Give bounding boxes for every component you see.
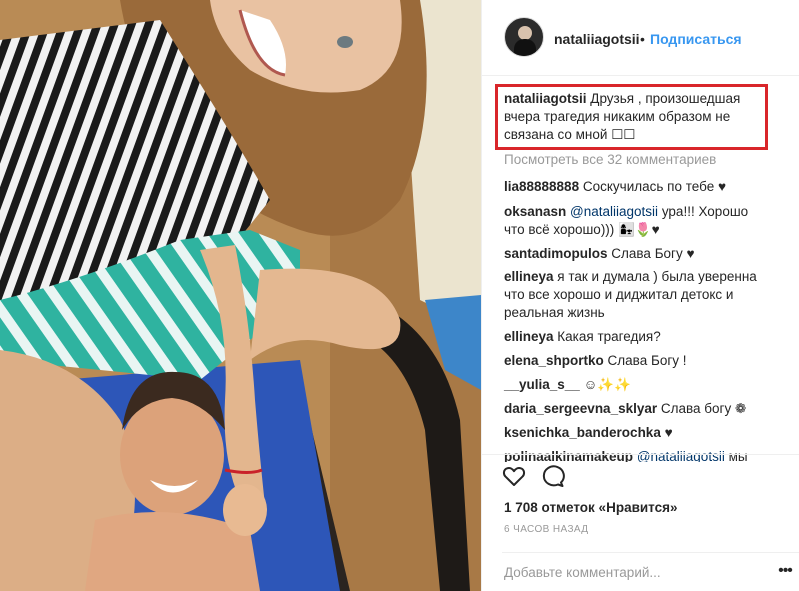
comment-mention[interactable]: @nataliiagotsii (637, 449, 725, 462)
heart-icon[interactable] (502, 464, 526, 488)
comment-text: Соскучилась по тебе ♥ (582, 179, 726, 194)
post-side-panel: nataliiagotsii • Подписаться nataliiagot… (481, 0, 799, 591)
comment-icon[interactable] (541, 464, 565, 488)
comment-item: ellineya Какая трагедия? (504, 328, 766, 346)
comment-item: lia88888888 Соскучилась по тебе ♥ (504, 178, 766, 196)
comment-username[interactable]: polinaalkinamakeup (504, 449, 633, 462)
comment-item: oksanasn @nataliiagotsii ура!!! Хорошо ч… (504, 203, 766, 239)
comment-item: santadimopulos Слава Богу ♥ (504, 245, 766, 263)
comment-text: мы (728, 449, 748, 462)
avatar-head-shape (518, 26, 532, 40)
comment-item: elena_shportko Слава Богу ! (504, 352, 766, 370)
comment-item: daria_sergeevna_sklyar Слава богу ❁ (504, 400, 766, 418)
comment-item: ellineya я так и думала ) была уверенна … (504, 268, 766, 322)
avatar-body-shape (514, 39, 536, 56)
header-separator: • (640, 31, 645, 47)
comment-username[interactable]: ksenichka_banderochka (504, 425, 661, 440)
header-username[interactable]: nataliiagotsii (554, 31, 640, 47)
more-options-button[interactable]: ••• (772, 558, 798, 584)
comment-username[interactable]: __yulia_s__ (504, 377, 580, 392)
comment-username[interactable]: ellineya (504, 329, 554, 344)
add-comment-divider (502, 552, 799, 553)
add-comment-input[interactable] (504, 565, 749, 580)
post-header: nataliiagotsii • Подписаться (482, 0, 799, 76)
comment-text: Слава богу ❁ (660, 401, 747, 416)
comment-text: Слава Богу ! (607, 353, 687, 368)
comment-username[interactable]: santadimopulos (504, 246, 608, 261)
comment-text: ♥ (664, 425, 673, 440)
post-caption: nataliiagotsii Друзья , произошедшая вче… (504, 90, 754, 144)
comment-username[interactable]: lia88888888 (504, 179, 579, 194)
comment-item: polinaalkinamakeup @nataliiagotsii мы (504, 448, 766, 462)
comment-username[interactable]: daria_sergeevna_sklyar (504, 401, 657, 416)
comment-username[interactable]: ellineya (504, 269, 554, 284)
comment-item: __yulia_s__ ☺✨✨ (504, 376, 766, 394)
comment-username[interactable]: oksanasn (504, 204, 566, 219)
post-image (0, 0, 481, 591)
comment-username[interactable]: elena_shportko (504, 353, 604, 368)
post-photo[interactable] (0, 0, 481, 591)
avatar[interactable] (504, 17, 544, 57)
comment-item: ksenichka_banderochka ♥ (504, 424, 766, 442)
view-all-comments-link[interactable]: Посмотреть все 32 комментариев (504, 152, 716, 167)
caption-username[interactable]: nataliiagotsii (504, 91, 587, 106)
actions-divider (482, 454, 799, 455)
likes-count[interactable]: 1 708 отметок «Нравится» (504, 500, 678, 515)
follow-button[interactable]: Подписаться (650, 31, 742, 47)
comment-text: Какая трагедия? (557, 329, 661, 344)
comment-text: ☺✨✨ (583, 377, 631, 392)
comment-text: Слава Богу ♥ (611, 246, 695, 261)
post-timestamp[interactable]: 6 ЧАСОВ НАЗАД (504, 524, 588, 535)
comment-mention[interactable]: @nataliiagotsii (570, 204, 658, 219)
